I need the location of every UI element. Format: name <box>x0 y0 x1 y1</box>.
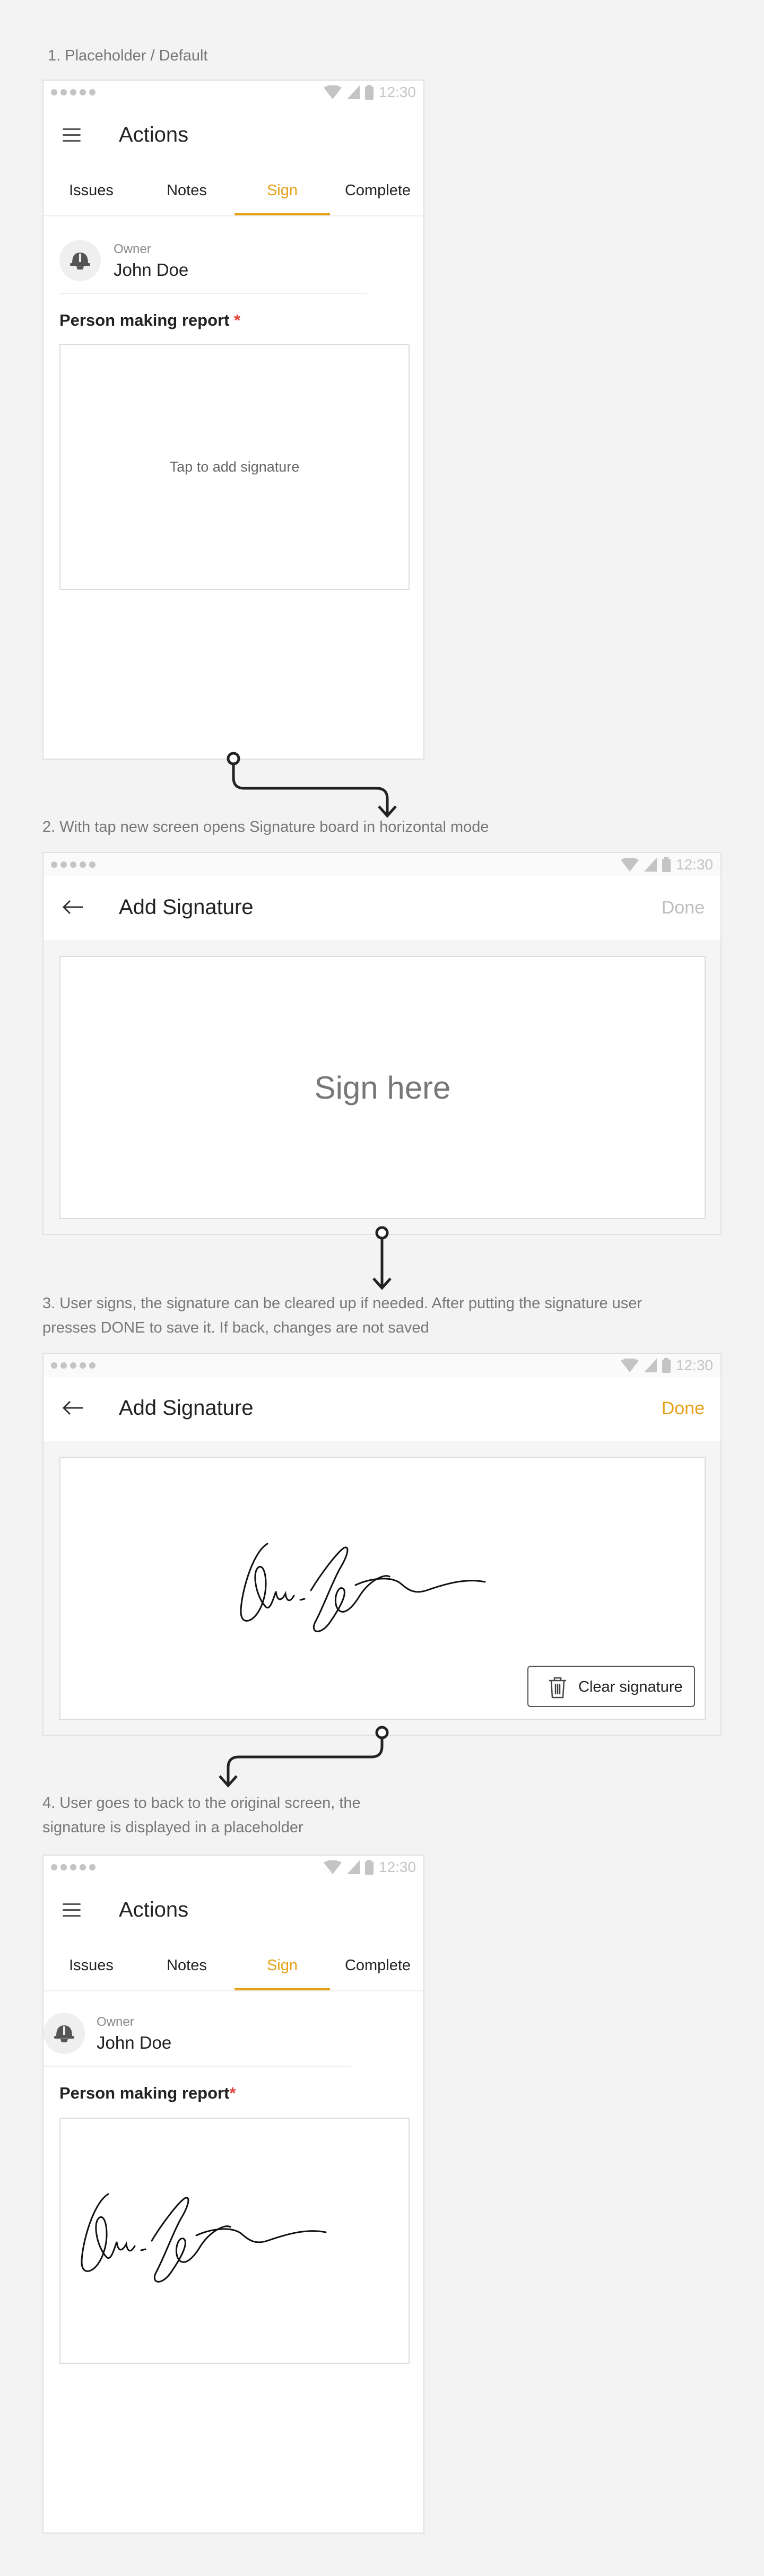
cell-signal-icon <box>644 858 657 872</box>
signature-placeholder[interactable]: Tap to add signature <box>59 344 410 590</box>
tab-issues[interactable]: Issues <box>44 1940 139 1990</box>
owner-avatar <box>59 240 101 281</box>
status-time: 12:30 <box>378 84 416 100</box>
tab-complete[interactable]: Complete <box>330 166 423 215</box>
step-4-caption: 4. User goes to back to the original scr… <box>42 1791 467 1840</box>
step-3-caption-line1: 3. User signs, the signature can be clea… <box>42 1295 643 1312</box>
back-arrow-icon[interactable] <box>60 1398 84 1417</box>
owner-name: John Doe <box>114 260 189 280</box>
wifi-icon <box>323 1860 342 1874</box>
phone-screen-sign-board: 12:30 Add Signature Done Sign here <box>42 852 722 1235</box>
done-button[interactable]: Done <box>662 1398 705 1419</box>
tab-sign[interactable]: Sign <box>235 1940 330 1990</box>
step-3-caption-line2: presses DONE to save it. If back, change… <box>42 1319 429 1336</box>
page-title: Add Signature <box>119 895 254 919</box>
owner-label: Owner <box>114 242 151 256</box>
phone-screen-placeholder: 12:30 Actions Issues Notes Sign Complete… <box>42 80 424 760</box>
status-bar: 12:30 <box>44 81 423 104</box>
wifi-icon <box>323 85 342 99</box>
back-arrow-icon[interactable] <box>60 898 84 917</box>
tab-issues[interactable]: Issues <box>44 166 139 215</box>
page-title: Add Signature <box>119 1396 254 1420</box>
step-3-caption: 3. User signs, the signature can be clea… <box>42 1291 732 1340</box>
flow-arrow-2-icon <box>372 1226 392 1290</box>
battery-icon <box>364 1860 374 1875</box>
signal-dots-icon <box>51 861 96 868</box>
battery-icon <box>662 1358 671 1373</box>
phone-screen-signed: 12:30 Add Signature Done Clear signature <box>42 1353 722 1736</box>
helmet-icon <box>70 253 90 269</box>
required-mark: * <box>234 311 241 329</box>
cell-signal-icon <box>644 1359 657 1372</box>
signature-board[interactable]: Sign here <box>59 956 706 1219</box>
owner-avatar <box>44 2013 85 2054</box>
signal-dots-icon <box>51 89 96 95</box>
signature-board[interactable]: Clear signature <box>59 1457 706 1720</box>
clear-signature-label: Clear signature <box>578 1678 683 1695</box>
sign-here-text: Sign here <box>314 1069 451 1106</box>
page-title: Actions <box>119 123 189 146</box>
status-time: 12:30 <box>378 1859 416 1875</box>
wifi-icon <box>620 858 639 872</box>
status-bar: 12:30 <box>44 1354 720 1377</box>
step-1-caption: 1. Placeholder / Default <box>48 47 208 64</box>
status-bar: 12:30 <box>44 853 720 876</box>
clear-signature-button[interactable]: Clear signature <box>527 1666 695 1707</box>
tab-bar: Issues Notes Sign Complete <box>44 1940 423 1991</box>
required-mark: * <box>229 2084 236 2102</box>
trash-icon <box>549 1677 566 1699</box>
field-label-text: Person making report <box>59 2084 230 2102</box>
field-label-text: Person making report <box>59 311 230 329</box>
wifi-icon <box>620 1359 639 1372</box>
app-bar: Actions <box>44 104 423 166</box>
step-2-caption: 2. With tap new screen opens Signature b… <box>42 819 489 836</box>
battery-icon <box>364 85 374 100</box>
status-time: 12:30 <box>675 1357 713 1373</box>
tab-complete[interactable]: Complete <box>330 1940 423 1990</box>
placeholder-text: Tap to add signature <box>169 458 300 475</box>
status-time: 12:30 <box>675 856 713 873</box>
phone-screen-signed-placeholder: 12:30 Actions Issues Notes Sign Complete… <box>42 1855 424 2534</box>
owner-divider <box>59 293 367 294</box>
page-title: Actions <box>119 1898 189 1921</box>
tab-notes[interactable]: Notes <box>139 166 235 215</box>
tab-sign[interactable]: Sign <box>235 166 330 215</box>
flow-arrow-1-icon <box>227 752 397 818</box>
owner-divider <box>44 2066 351 2067</box>
signature-drawing-icon <box>81 2193 327 2283</box>
status-bar: 12:30 <box>44 1856 423 1879</box>
hamburger-menu-icon[interactable] <box>63 1903 81 1917</box>
signal-dots-icon <box>51 1864 96 1870</box>
helmet-icon <box>54 2025 74 2042</box>
app-bar: Add Signature Done <box>44 876 720 940</box>
field-label: Person making report * <box>59 311 240 330</box>
signature-placeholder-filled[interactable] <box>59 2118 410 2364</box>
app-bar: Add Signature Done <box>44 1377 720 1441</box>
field-label: Person making report* <box>59 2084 236 2103</box>
owner-name: John Doe <box>97 2033 172 2052</box>
flow-arrow-3-icon <box>219 1726 389 1788</box>
cell-signal-icon <box>346 1860 360 1874</box>
signature-drawing-icon <box>240 1543 486 1632</box>
signal-dots-icon <box>51 1362 96 1369</box>
tab-notes[interactable]: Notes <box>139 1940 235 1990</box>
step-4-caption-line2: signature is displayed in a placeholder <box>42 1819 303 1836</box>
step-4-caption-line1: 4. User goes to back to the original scr… <box>42 1795 361 1812</box>
done-button-disabled[interactable]: Done <box>662 898 705 918</box>
hamburger-menu-icon[interactable] <box>63 128 81 142</box>
app-bar: Actions <box>44 1879 423 1940</box>
cell-signal-icon <box>346 85 360 99</box>
battery-icon <box>662 857 671 872</box>
tab-bar: Issues Notes Sign Complete <box>44 166 423 216</box>
owner-label: Owner <box>97 2015 134 2029</box>
